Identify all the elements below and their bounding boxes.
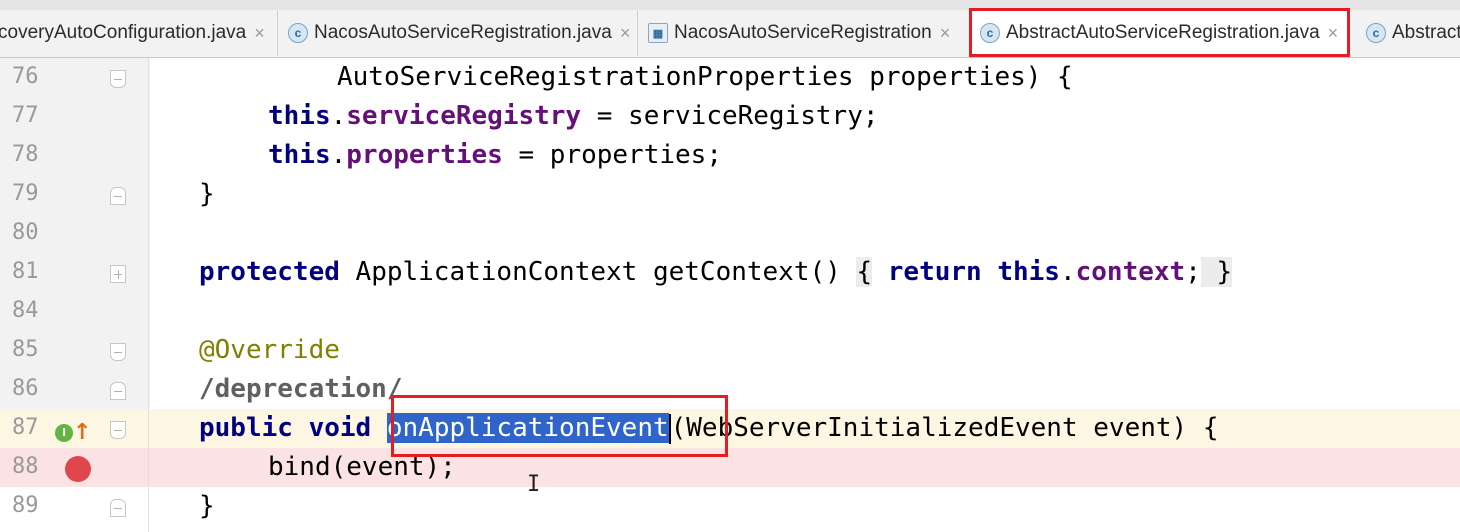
code-line-81[interactable]: protected ApplicationContext getContext(…	[199, 257, 1233, 287]
code-text	[1200, 257, 1217, 287]
line-number: 84	[12, 298, 39, 323]
fold-marker-icon[interactable]	[110, 343, 126, 361]
code-text: .	[330, 101, 347, 131]
tab-label: NacosAutoServiceRegistration	[674, 22, 932, 43]
code-line-79[interactable]: }	[199, 179, 215, 209]
tab-label: AbstractAutoServiceRegistration.java	[1006, 22, 1320, 43]
line-number: 87	[12, 415, 39, 440]
code-text: (WebServerInitializedEvent event) {	[670, 413, 1219, 443]
code-text: }	[199, 491, 215, 521]
line-number: 76	[12, 64, 39, 89]
keyword: this	[268, 140, 331, 170]
class-icon: c	[288, 23, 308, 43]
mouse-ibeam-cursor-icon: I	[527, 472, 541, 497]
folded-brace[interactable]: }	[1216, 257, 1233, 287]
line-number: 79	[12, 181, 39, 206]
annotation: @Override	[199, 335, 340, 365]
code-line-86[interactable]: /deprecation/	[199, 374, 403, 404]
code-text: = serviceRegistry;	[581, 101, 879, 131]
tab-nacos-auto-service-registration-java[interactable]: c NacosAutoServiceRegistration.java ×	[278, 10, 638, 56]
editor-tab-bar: coveryAutoConfiguration.java × c NacosAu…	[0, 0, 1460, 58]
tab-label: Abstract	[1392, 22, 1460, 43]
code-line-77[interactable]: this.serviceRegistry = serviceRegistry;	[268, 101, 879, 131]
fold-marker-icon[interactable]	[110, 421, 126, 439]
code-text: }	[199, 179, 215, 209]
folded-brace[interactable]: {	[856, 257, 873, 287]
fold-marker-icon[interactable]	[110, 382, 126, 400]
field-name: context	[1075, 257, 1186, 287]
selected-method-name[interactable]: onApplicationEvent	[386, 413, 669, 443]
line-number: 80	[12, 220, 39, 245]
close-icon[interactable]: ×	[620, 23, 631, 44]
field-name: properties	[346, 140, 503, 170]
code-text: ;	[1185, 257, 1201, 287]
fold-marker-icon[interactable]	[110, 187, 126, 205]
close-icon[interactable]: ×	[1328, 23, 1339, 44]
tab-abstract-auto-service-registration[interactable]: c AbstractAutoServiceRegistration.java ×	[970, 10, 1350, 56]
tab-discovery-auto-configuration[interactable]: coveryAutoConfiguration.java ×	[0, 10, 278, 56]
tab-abstract-overflow[interactable]: c Abstract	[1356, 10, 1460, 56]
structure-icon: ▦	[648, 23, 668, 43]
code-line-89[interactable]: }	[199, 491, 215, 521]
line-number: 85	[12, 337, 39, 362]
close-icon[interactable]: ×	[940, 23, 951, 44]
code-line-78[interactable]: this.properties = properties;	[268, 140, 722, 170]
fold-marker-icon[interactable]	[110, 499, 126, 517]
line-number: 89	[12, 493, 39, 518]
code-line-85[interactable]: @Override	[199, 335, 340, 365]
toolbar-strip	[0, 0, 1460, 10]
line-number: 86	[12, 376, 39, 401]
implements-method-marker[interactable]: I ↑	[55, 420, 91, 445]
keyword: protected	[199, 257, 340, 287]
code-line-88[interactable]: bind(event);	[268, 452, 456, 482]
code-text: ApplicationContext getContext()	[339, 257, 857, 287]
line-number: 88	[12, 454, 39, 479]
close-icon[interactable]: ×	[254, 23, 265, 44]
line-number: 81	[12, 259, 39, 284]
field-name: serviceRegistry	[346, 101, 582, 131]
class-icon: c	[1366, 23, 1386, 43]
editor-gutter[interactable]: 76 77 78 79 80 81 84 85 86 87 88 89 I ↑	[0, 58, 150, 532]
expand-fold-icon[interactable]	[110, 265, 126, 283]
breakpoint-line-highlight	[0, 448, 1460, 487]
code-text: AutoServiceRegistrationProperties proper…	[337, 62, 1073, 92]
code-text: = properties;	[502, 140, 722, 170]
up-arrow-icon: ↑	[73, 420, 92, 445]
keyword: void	[308, 413, 372, 443]
tab-label: NacosAutoServiceRegistration.java	[314, 22, 612, 43]
code-text: bind(event);	[268, 452, 456, 482]
implements-icon: I	[55, 423, 73, 442]
tab-nacos-auto-service-registration-structure[interactable]: ▦ NacosAutoServiceRegistration ×	[638, 10, 970, 56]
code-text: .	[330, 140, 347, 170]
keyword: this	[997, 257, 1060, 287]
line-number: 77	[12, 103, 39, 128]
code-line-76[interactable]: AutoServiceRegistrationProperties proper…	[337, 62, 1073, 92]
fold-marker-icon[interactable]	[110, 70, 126, 88]
code-text: .	[1059, 257, 1076, 287]
line-number: 78	[12, 142, 39, 167]
keyword: public	[199, 413, 293, 443]
keyword: return	[887, 257, 982, 287]
breakpoint-icon[interactable]	[65, 456, 91, 482]
tab-label: coveryAutoConfiguration.java	[0, 22, 247, 43]
annotation-deprecation: /deprecation/	[199, 374, 403, 404]
code-line-87[interactable]: public void onApplicationEvent(WebServer…	[199, 413, 1219, 444]
abstract-class-icon: c	[980, 23, 1000, 43]
keyword: this	[268, 101, 331, 131]
